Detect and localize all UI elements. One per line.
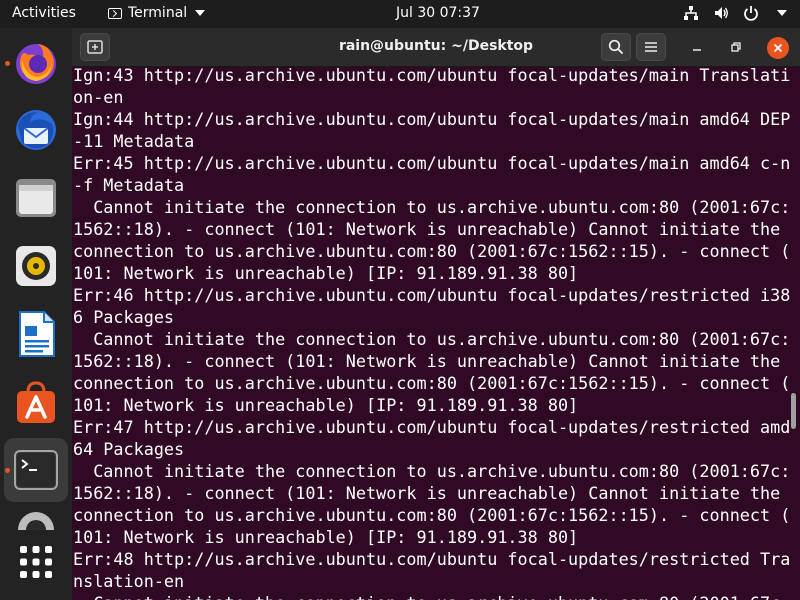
document-icon xyxy=(19,311,55,357)
terminal-line: 64 Packages xyxy=(73,439,185,459)
app-menu[interactable]: Terminal xyxy=(108,5,206,21)
terminal-line: 1562::18). - connect (101: Network is un… xyxy=(73,483,781,503)
shopping-bag-icon xyxy=(17,381,55,423)
hamburger-icon xyxy=(645,42,657,52)
disc-icon xyxy=(18,512,54,530)
menu-button[interactable] xyxy=(636,33,666,61)
minimize-button[interactable] xyxy=(682,33,712,61)
terminal-line: -11 Metadata xyxy=(73,131,195,151)
terminal-line: 1562::18). - connect (101: Network is un… xyxy=(73,351,781,371)
top-bar: Activities Terminal Jul 30 07:37 xyxy=(0,0,800,28)
running-indicator xyxy=(5,468,10,473)
terminal-line: Cannot initiate the connection to us.arc… xyxy=(73,329,791,349)
terminal-line: Err:48 http://us.archive.ubuntu.com/ubun… xyxy=(73,549,791,569)
clock[interactable]: Jul 30 07:37 xyxy=(396,5,480,21)
running-indicator xyxy=(5,61,10,66)
terminal-line: Err:45 http://us.archive.ubuntu.com/ubun… xyxy=(73,153,791,173)
thunderbird-icon xyxy=(16,110,56,150)
terminal-line: Cannot initiate the connection to us.arc… xyxy=(73,461,791,481)
terminal-line: connection to us.archive.ubuntu.com:80 (… xyxy=(73,505,791,525)
terminal-line: Ign:43 http://us.archive.ubuntu.com/ubun… xyxy=(73,67,791,85)
terminal-line: connection to us.archive.ubuntu.com:80 (… xyxy=(73,373,791,393)
terminal-app-icon xyxy=(108,7,122,19)
terminal-line: Err:46 http://us.archive.ubuntu.com/ubun… xyxy=(73,285,791,305)
terminal-icon xyxy=(14,450,58,490)
dock-firefox[interactable] xyxy=(4,31,68,95)
dock-ubuntu-software[interactable] xyxy=(4,370,68,434)
title-bar[interactable]: rain@ubuntu: ~/Desktop xyxy=(72,28,800,67)
dock-thunderbird[interactable] xyxy=(4,98,68,162)
scrollbar[interactable] xyxy=(791,393,796,429)
search-icon xyxy=(608,39,624,55)
dock-rhythmbox[interactable] xyxy=(4,234,68,298)
volume-icon[interactable] xyxy=(712,4,730,22)
files-icon xyxy=(16,179,56,217)
show-applications-button[interactable] xyxy=(4,530,68,594)
firefox-icon xyxy=(16,44,56,84)
dock-libreoffice-writer[interactable] xyxy=(4,302,68,366)
app-menu-label: Terminal xyxy=(128,5,188,21)
terminal-text: Ign:43 http://us.archive.ubuntu.com/ubun… xyxy=(72,67,800,600)
terminal-line: on-en xyxy=(73,87,124,107)
terminal-line: nslation-en xyxy=(73,571,185,591)
activities-button[interactable]: Activities xyxy=(12,5,76,21)
dock-files[interactable] xyxy=(4,166,68,230)
terminal-line: connection to us.archive.ubuntu.com:80 (… xyxy=(73,241,791,261)
terminal-output[interactable]: Ign:43 http://us.archive.ubuntu.com/ubun… xyxy=(72,67,800,600)
chevron-down-icon[interactable] xyxy=(772,4,790,22)
search-button[interactable] xyxy=(601,33,631,61)
maximize-button[interactable] xyxy=(721,33,751,61)
close-button[interactable] xyxy=(767,37,789,59)
terminal-line: 101: Network is unreachable) [IP: 91.189… xyxy=(73,263,579,283)
dock xyxy=(0,28,72,600)
chevron-down-icon xyxy=(195,10,206,16)
close-icon xyxy=(773,43,783,53)
terminal-line: Cannot initiate the connection to us.arc… xyxy=(73,197,791,217)
dock-disc[interactable] xyxy=(4,506,68,530)
power-icon[interactable] xyxy=(742,4,760,22)
terminal-line: Cannot initiate the connection to us.arc… xyxy=(73,593,790,600)
grid-icon xyxy=(20,546,52,578)
terminal-line: Err:47 http://us.archive.ubuntu.com/ubun… xyxy=(73,417,791,437)
terminal-line: -f Metadata xyxy=(73,175,185,195)
terminal-line: 6 Packages xyxy=(73,307,175,327)
dock-terminal[interactable] xyxy=(4,438,68,502)
terminal-line: 101: Network is unreachable) [IP: 91.189… xyxy=(73,395,579,415)
terminal-line: 1562::18). - connect (101: Network is un… xyxy=(73,219,781,239)
network-icon[interactable] xyxy=(682,4,700,22)
terminal-line: 101: Network is unreachable) [IP: 91.189… xyxy=(73,527,579,547)
speaker-icon xyxy=(16,246,56,286)
terminal-line: Ign:44 http://us.archive.ubuntu.com/ubun… xyxy=(73,109,791,129)
restore-icon xyxy=(731,42,741,52)
terminal-window: rain@ubuntu: ~/Desktop Ign:43 http://us.… xyxy=(72,28,800,600)
system-tray[interactable] xyxy=(682,4,790,22)
minimize-icon xyxy=(693,49,701,51)
